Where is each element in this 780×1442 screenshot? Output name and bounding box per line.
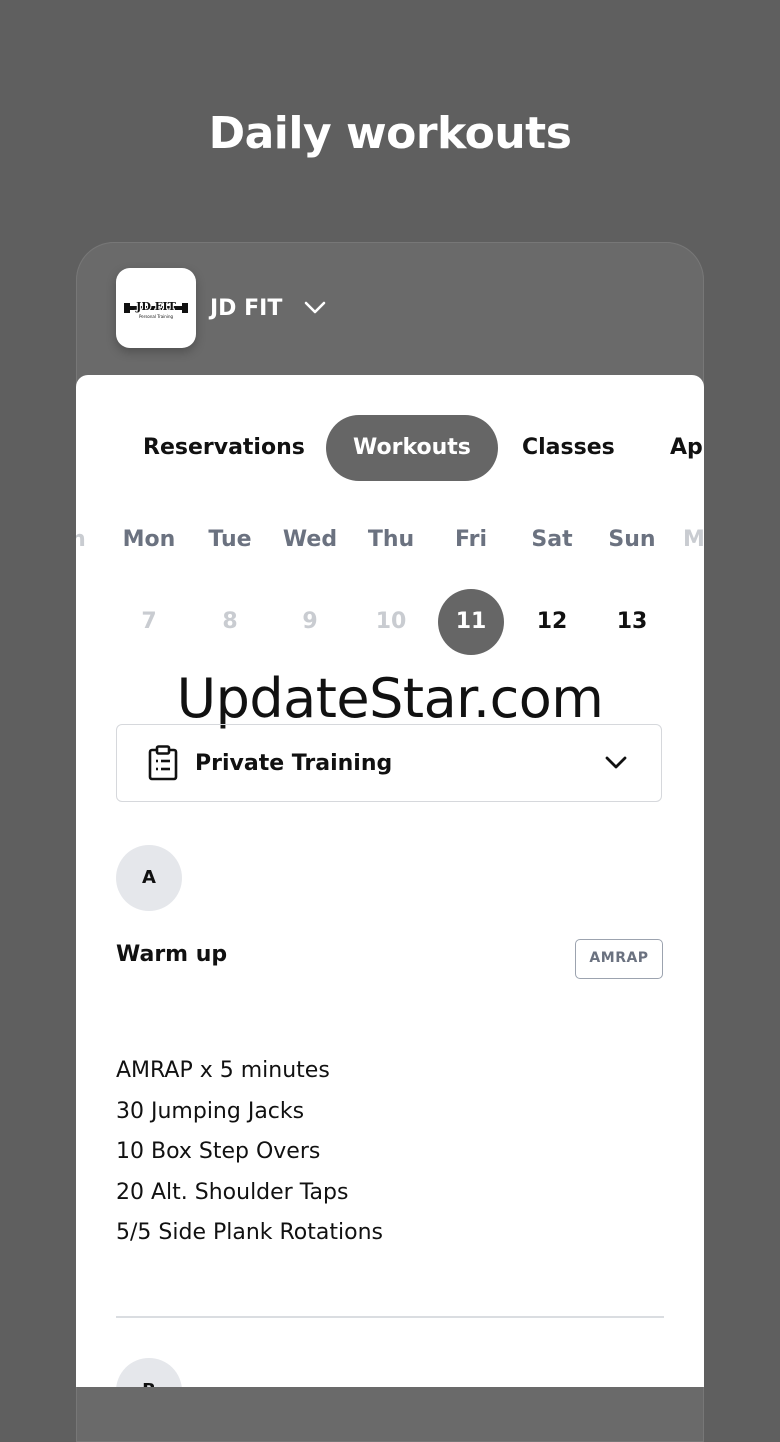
gym-logo: JD FIT Personal Training [116, 268, 196, 348]
day-name: Sat [531, 527, 573, 552]
section-title: Warm up [116, 942, 228, 967]
tab-reservations[interactable]: Reservations [143, 415, 305, 481]
gym-logo-text: JD FIT [135, 300, 177, 313]
day-name: Wed [282, 527, 338, 552]
day-name: Thu [367, 527, 415, 552]
day-number: 13 [616, 609, 648, 634]
day-number-selected: 11 [438, 589, 504, 655]
workout-line: 30 Jumping Jacks [116, 1098, 305, 1124]
day-name: Mon [122, 527, 176, 552]
gym-name: JD FIT [210, 295, 283, 321]
day-next-partial[interactable]: M [654, 525, 704, 555]
day-name: Tue [208, 527, 252, 552]
tab-workouts[interactable]: Workouts [326, 415, 498, 481]
next-section-badge: B [116, 1358, 182, 1387]
workouts-panel: Reservations Workouts Classes Ap n Mon 7… [76, 375, 704, 1387]
day-number: 10 [375, 609, 407, 634]
chevron-down-icon [605, 756, 627, 770]
day-name: Fri [454, 527, 487, 552]
day-sat[interactable]: Sat 12 [512, 525, 592, 655]
program-label: Private Training [195, 750, 393, 776]
day-number: 9 [302, 609, 318, 634]
day-number: 8 [222, 609, 238, 634]
watermark: UpdateStar.com [176, 667, 604, 730]
format-tag: AMRAP [575, 939, 663, 979]
tab-classes[interactable]: Classes [522, 415, 615, 481]
workout-line: AMRAP x 5 minutes [116, 1058, 330, 1083]
day-fri[interactable]: Fri 11 [431, 525, 511, 655]
workout-description: AMRAP x 5 minutes 30 Jumping Jacks 10 Bo… [116, 1051, 383, 1254]
day-tue[interactable]: Tue 8 [190, 525, 270, 655]
week-strip: n Mon 7 Tue 8 Wed 9 Thu 10 Fri 11 Sat 12… [76, 525, 704, 655]
workout-line: 5/5 Side Plank Rotations [116, 1220, 383, 1245]
day-wed[interactable]: Wed 9 [270, 525, 350, 655]
day-mon[interactable]: Mon 7 [109, 525, 189, 655]
tab-appointments[interactable]: Ap [670, 415, 703, 481]
program-select[interactable]: Private Training [116, 724, 662, 802]
workout-line: 20 Alt. Shoulder Taps [116, 1179, 349, 1205]
day-number: 7 [141, 609, 157, 634]
chevron-down-icon [304, 301, 326, 315]
section-badge: A [116, 845, 182, 911]
workout-line: 10 Box Step Overs [116, 1139, 321, 1164]
section-divider [116, 1316, 664, 1318]
page-title: Daily workouts [208, 108, 572, 159]
clipboard-icon [147, 745, 179, 781]
day-thu[interactable]: Thu 10 [351, 525, 431, 655]
day-number: 12 [536, 609, 568, 634]
tab-bar: Reservations Workouts Classes Ap [76, 415, 704, 483]
gym-logo-subtext: Personal Training [139, 314, 174, 319]
gym-selector[interactable]: JD FIT Personal Training JD FIT [116, 268, 326, 348]
day-name: M [683, 527, 704, 552]
